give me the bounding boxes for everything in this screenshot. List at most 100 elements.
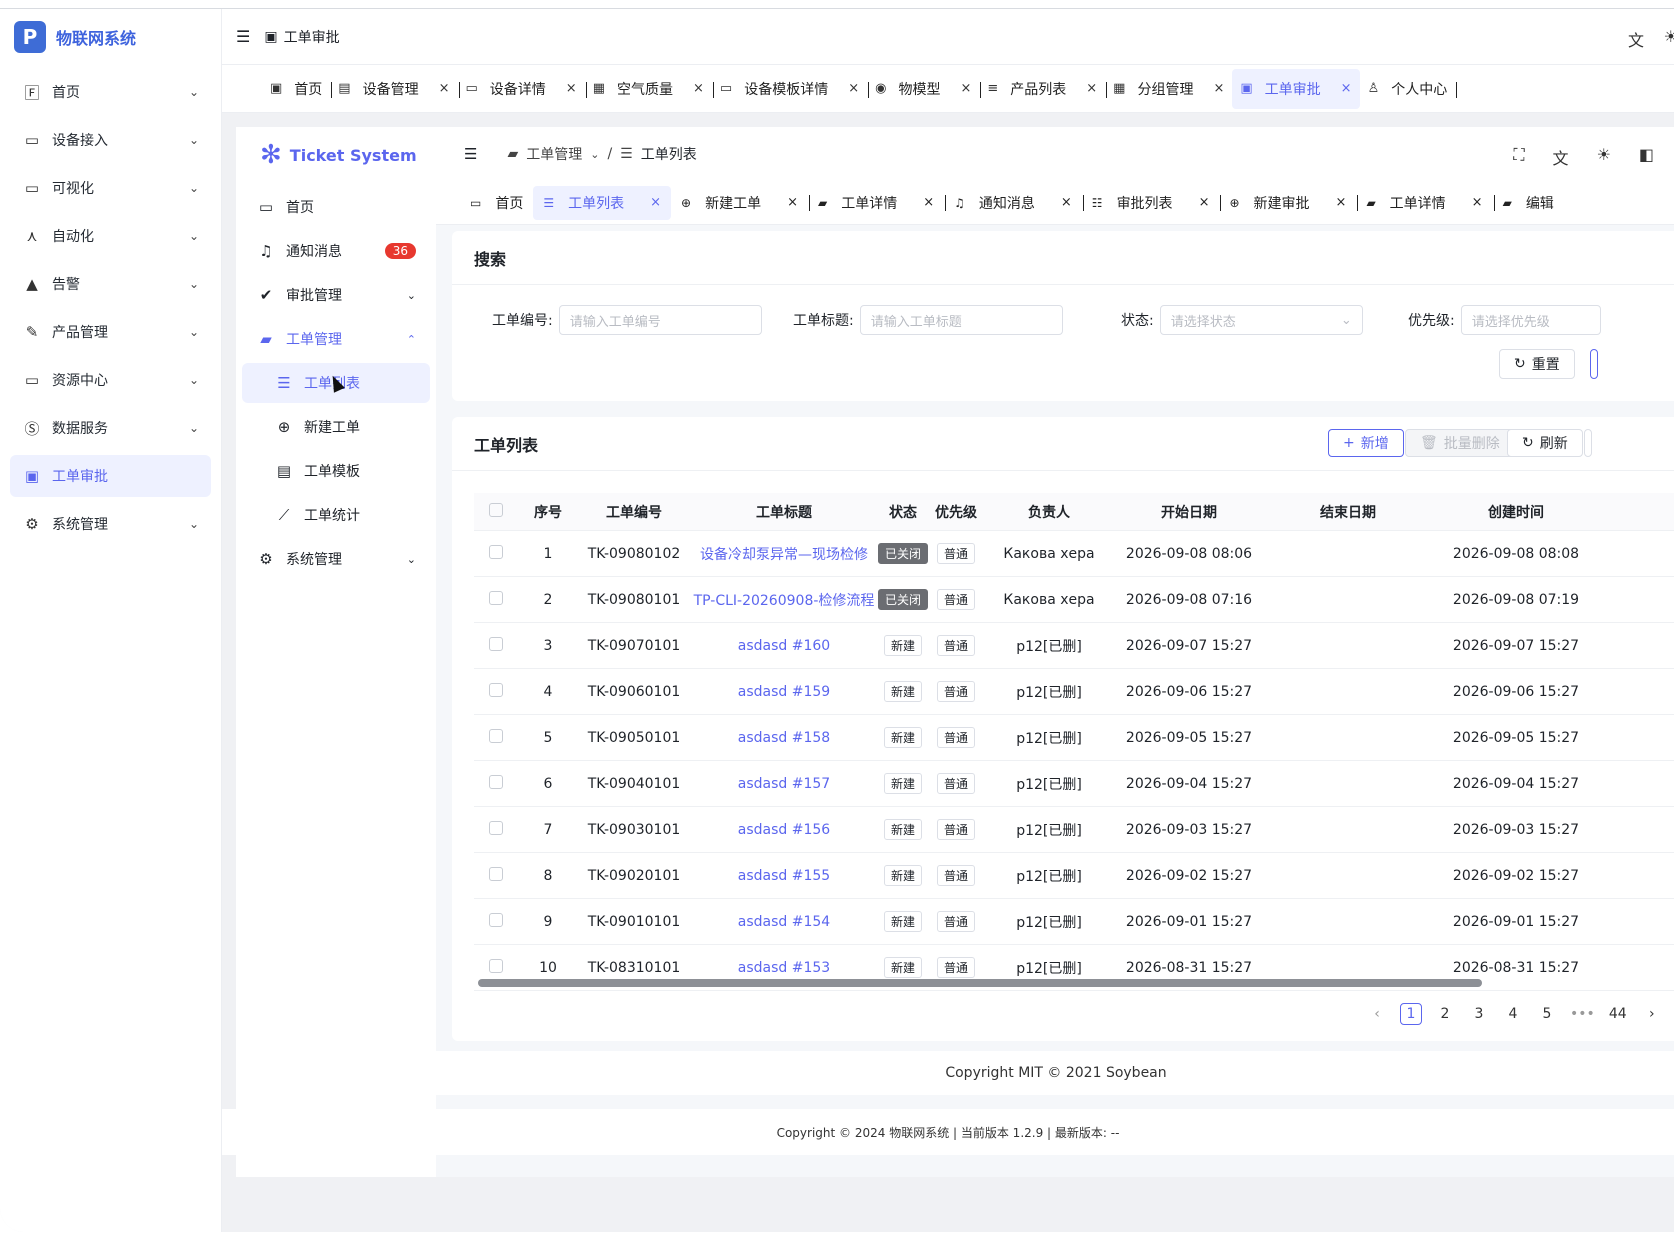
inner-tab[interactable]: ⊕ 新建工单 × xyxy=(671,186,810,220)
table-row[interactable]: 7 TK-09030101 asdasd #156 新建 普通 p12[已删] 2026-0… xyxy=(474,807,1674,853)
inner-nav-notifications[interactable]: ♫ 通知消息 36 xyxy=(242,231,430,271)
close-icon[interactable]: × xyxy=(1472,195,1483,210)
table-row[interactable]: 3 TK-09070101 asdasd #160 新建 普通 p12[已删] 2026-0… xyxy=(474,623,1674,669)
inner-tab[interactable]: ♫ 通知消息 × xyxy=(944,186,1084,220)
close-icon[interactable]: × xyxy=(1341,81,1352,96)
row-checkbox[interactable] xyxy=(489,728,503,743)
inner-tab[interactable]: ☷ 审批列表 × xyxy=(1082,186,1222,220)
outer-tab[interactable]: ▣ 首页 xyxy=(262,69,333,109)
ticket-title-link[interactable]: asdasd #157 xyxy=(738,776,830,792)
row-checkbox[interactable] xyxy=(489,682,503,697)
column-header[interactable]: 状态 xyxy=(878,502,928,522)
page-number[interactable]: 44 xyxy=(1607,1003,1629,1025)
row-checkbox[interactable] xyxy=(489,820,503,835)
cell-title[interactable]: asdasd #157 xyxy=(690,776,878,792)
close-icon[interactable]: × xyxy=(923,195,934,210)
add-button[interactable]: + 新增 xyxy=(1328,429,1404,457)
outer-tab[interactable]: ▭ 设备详情 × xyxy=(458,69,587,109)
inner-nav-ticket-stats[interactable]: ⟋ 工单统计 xyxy=(242,495,430,535)
table-row[interactable]: 1 TK-09080102 设备冷却泵异常—现场检修 已关闭 普通 Какова хера… xyxy=(474,531,1674,577)
ticket-title-link[interactable]: asdasd #153 xyxy=(738,960,830,976)
search-button[interactable] xyxy=(1590,349,1598,379)
next-page-icon[interactable]: › xyxy=(1641,1003,1663,1025)
collapse-menu-icon[interactable]: ☰ xyxy=(236,27,250,46)
select-all-checkbox[interactable] xyxy=(489,502,503,517)
page-number[interactable]: 2 xyxy=(1434,1003,1456,1025)
ticket-title-link[interactable]: asdasd #155 xyxy=(738,868,830,884)
close-icon[interactable]: × xyxy=(650,195,661,210)
outer-tab[interactable]: ◉ 物模型 × xyxy=(867,69,982,109)
column-header[interactable]: 负责人 xyxy=(984,502,1114,522)
page-number[interactable]: 4 xyxy=(1502,1003,1524,1025)
inner-tab[interactable]: ▭ 首页 xyxy=(460,186,536,220)
close-icon[interactable]: × xyxy=(1086,81,1097,96)
inner-nav-ticket-template[interactable]: ▤ 工单模板 xyxy=(242,451,430,491)
row-checkbox[interactable] xyxy=(489,590,503,605)
inner-nav-home[interactable]: ▭ 首页 xyxy=(242,187,430,227)
inner-nav-ticket-list[interactable]: ☰ 工单列表 xyxy=(242,363,430,403)
outer-nav-item[interactable]: Ⓢ 数据服务 ⌄ xyxy=(10,407,211,449)
ticket-no-input[interactable]: 请输入工单编号 xyxy=(558,305,762,335)
ticket-title-input[interactable]: 请输入工单标题 xyxy=(859,305,1063,335)
ticket-title-link[interactable]: asdasd #154 xyxy=(738,914,830,930)
table-row[interactable]: 6 TK-09040101 asdasd #157 新建 普通 p12[已删] 2026-0… xyxy=(474,761,1674,807)
cell-title[interactable]: asdasd #155 xyxy=(690,868,878,884)
inner-logo[interactable]: ✻ Ticket System xyxy=(236,127,436,183)
outer-logo[interactable]: P 物联网系统 xyxy=(0,9,221,65)
close-icon[interactable]: × xyxy=(439,81,450,96)
inner-tab[interactable]: ⊕ 新建审批 × xyxy=(1219,186,1359,220)
collapse-menu-icon[interactable]: ☰ xyxy=(464,145,477,163)
pagination-ellipsis[interactable]: ••• xyxy=(1570,1003,1595,1025)
table-row[interactable]: 5 TK-09050101 asdasd #158 新建 普通 p12[已删] 2026-0… xyxy=(474,715,1674,761)
table-row[interactable]: 4 TK-09060101 asdasd #159 新建 普通 p12[已删] 2026-0… xyxy=(474,669,1674,715)
close-icon[interactable]: × xyxy=(1199,195,1210,210)
row-checkbox[interactable] xyxy=(489,544,503,559)
outer-tab[interactable]: ▭ 设备模板详情 × xyxy=(712,69,870,109)
outer-tab[interactable]: ≡ 产品列表 × xyxy=(979,69,1108,109)
sun-icon[interactable]: ☀ xyxy=(1597,145,1611,169)
outer-tab[interactable]: ▤ 设备管理 × xyxy=(330,69,460,109)
table-row[interactable]: 9 TK-09010101 asdasd #154 新建 普通 p12[已删] 2026-0… xyxy=(474,899,1674,945)
outer-nav-item[interactable]: ⋏ 自动化 ⌄ xyxy=(10,215,211,257)
row-checkbox[interactable] xyxy=(489,636,503,651)
breadcrumb-parent[interactable]: 工单管理 xyxy=(526,144,582,164)
table-row[interactable]: 8 TK-09020101 asdasd #155 新建 普通 p12[已删] 2026-0… xyxy=(474,853,1674,899)
column-settings-button[interactable] xyxy=(1584,429,1592,457)
row-checkbox[interactable] xyxy=(489,912,503,927)
page-number[interactable]: 1 xyxy=(1400,1003,1422,1025)
translate-icon[interactable]: 文 xyxy=(1553,145,1569,169)
column-header[interactable]: 优先级 xyxy=(928,502,984,522)
outer-nav-item[interactable]: 🄵 首页 ⌄ xyxy=(10,71,211,113)
column-header[interactable]: 结束日期 xyxy=(1264,502,1432,522)
cell-title[interactable]: asdasd #158 xyxy=(690,730,878,746)
outer-tab[interactable]: ▦ 空气质量 × xyxy=(585,69,714,109)
prev-page-icon[interactable]: ‹ xyxy=(1366,1003,1388,1025)
refresh-button[interactable]: ↻ 刷新 xyxy=(1507,429,1583,457)
cell-title[interactable]: asdasd #154 xyxy=(690,914,878,930)
column-header[interactable]: 开始日期 xyxy=(1114,502,1264,522)
outer-nav-item[interactable]: ▣ 工单审批 xyxy=(10,455,211,497)
inner-nav-new-ticket[interactable]: ⊕ 新建工单 xyxy=(242,407,430,447)
outer-nav-item[interactable]: ✎ 产品管理 ⌄ xyxy=(10,311,211,353)
priority-select[interactable]: 请选择优先级 xyxy=(1460,305,1601,335)
inner-tab[interactable]: ▰ 编辑 xyxy=(1493,186,1564,220)
fullscreen-icon[interactable]: ⛶ xyxy=(1513,145,1524,169)
close-icon[interactable]: × xyxy=(787,195,798,210)
outer-nav-item[interactable]: ▲ 告警 ⌄ xyxy=(10,263,211,305)
cell-title[interactable]: asdasd #156 xyxy=(690,822,878,838)
cell-title[interactable]: asdasd #153 xyxy=(690,960,878,976)
outer-nav-item[interactable]: ▭ 可视化 ⌄ xyxy=(10,167,211,209)
inner-tab[interactable]: ▰ 工单详情 × xyxy=(1356,186,1495,220)
table-row[interactable]: 2 TK-09080101 TP-CLI-20260908-检修流程 已关闭 普通 Как… xyxy=(474,577,1674,623)
horizontal-scrollbar[interactable] xyxy=(478,979,1482,987)
outer-nav-item[interactable]: ⚙ 系统管理 ⌄ xyxy=(10,503,211,545)
status-select[interactable]: 请选择状态 ⌄ xyxy=(1159,305,1363,335)
outer-tab[interactable]: ▦ 分组管理 × xyxy=(1105,69,1235,109)
ticket-title-link[interactable]: asdasd #158 xyxy=(738,730,830,746)
column-header[interactable]: 创建时间 xyxy=(1432,502,1600,522)
row-checkbox[interactable] xyxy=(489,866,503,881)
close-icon[interactable]: × xyxy=(1213,81,1224,96)
inner-nav-approval[interactable]: ✔ 审批管理 ⌄ xyxy=(242,275,430,315)
ticket-title-link[interactable]: asdasd #159 xyxy=(738,684,830,700)
ticket-title-link[interactable]: asdasd #156 xyxy=(738,822,830,838)
